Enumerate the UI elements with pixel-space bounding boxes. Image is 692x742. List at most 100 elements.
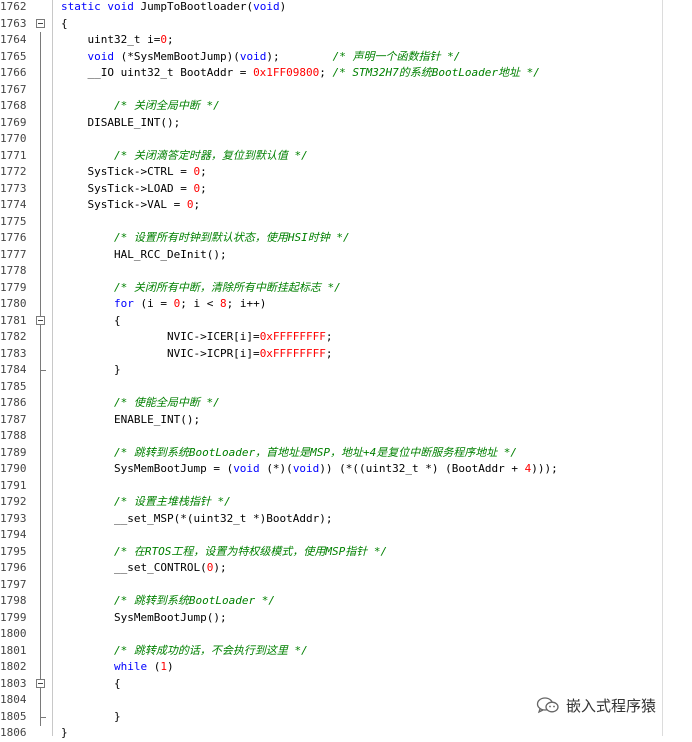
code-line[interactable]: 1774 SysTick->VAL = 0; [0, 197, 692, 214]
line-number: 1764 [0, 33, 27, 46]
code-text: /* 关闭全局中断 */ [61, 98, 220, 115]
code-token: ; [193, 198, 201, 211]
code-text: SysTick->LOAD = 0; [61, 181, 207, 198]
code-line[interactable]: 1788 [0, 428, 692, 445]
code-line[interactable]: 1775 [0, 213, 692, 230]
fold-guide [36, 692, 46, 709]
code-line[interactable]: 1776 /* 设置所有时钟到默认状态，使用HSI时钟 */ [0, 230, 692, 247]
line-number: 1773 [0, 181, 27, 195]
code-line[interactable]: 1795 /* 在RTOS工程，设置为特权级模式，使用MSP指针 */ [0, 543, 692, 561]
fold-guide [36, 428, 46, 445]
code-line[interactable]: 1806} [0, 725, 692, 742]
code-line[interactable]: 1763 { [0, 16, 692, 33]
code-token: SysTick->CTRL = [61, 165, 194, 178]
fold-guide [36, 296, 46, 313]
line-number: 1794 [0, 528, 27, 541]
code-line[interactable]: 1787 ENABLE_INT(); [0, 411, 692, 428]
code-comment: /* STM32H7的系统BootLoader地址 */ [332, 66, 540, 79]
fold-guide [36, 164, 46, 181]
code-line[interactable]: 1773 SysTick->LOAD = 0; [0, 180, 692, 198]
code-number: 0x1FF09800 [253, 66, 320, 79]
line-number: 1785 [0, 379, 27, 393]
fold-collapse-icon[interactable] [36, 675, 46, 692]
code-number: 8 [219, 297, 227, 310]
line-number: 1793 [0, 511, 27, 525]
line-number: 1766 [0, 66, 27, 79]
code-token: NVIC->ICPR[i]= [61, 346, 260, 360]
code-line[interactable]: 1793 __set_MSP(*(uint32_t *)BootAddr); [0, 510, 692, 527]
line-number: 1791 [0, 478, 27, 492]
code-token: SysMemBootJump = ( [61, 462, 234, 475]
code-line[interactable]: 1801 /* 跳转成功的话，不会执行到这里 */ [0, 642, 692, 659]
code-line[interactable]: 1764 uint32_t i=0; [0, 32, 692, 49]
code-line[interactable]: 1789 /* 跳转到系统BootLoader，首地址是MSP，地址+4是复位中… [0, 444, 692, 461]
code-token: { [61, 676, 121, 690]
code-token: ); [213, 561, 227, 574]
watermark: 嵌入式程序猿 [536, 690, 656, 720]
code-line[interactable]: 1778 [0, 263, 692, 280]
line-number: 1805 [0, 709, 27, 723]
code-line[interactable]: 1794 [0, 527, 692, 544]
code-line[interactable]: 1766 __IO uint32_t BootAddr = 0x1FF09800… [0, 65, 692, 82]
code-keyword: static [61, 0, 108, 13]
code-line[interactable]: 1777 HAL_RCC_DeInit(); [0, 246, 692, 263]
fold-guide [36, 147, 46, 164]
line-number: 1792 [0, 495, 27, 508]
code-line[interactable]: 1784 } [0, 362, 692, 379]
code-line[interactable]: 1802 while (1) [0, 659, 692, 676]
fold-guide [36, 114, 46, 131]
code-line[interactable]: 1783 NVIC->ICPR[i]=0xFFFFFFFF; [0, 345, 692, 362]
code-line[interactable]: 1797 [0, 576, 692, 593]
code-keyword: void [233, 462, 267, 475]
code-text: for (i = 0; i < 8; i++) [61, 296, 266, 313]
code-line[interactable]: 1770 [0, 131, 692, 148]
code-text: /* 设置所有时钟到默认状态，使用HSI时钟 */ [61, 230, 350, 247]
code-line[interactable]: 1796 __set_CONTROL(0); [0, 560, 692, 577]
code-editor[interactable]: 1762 static void JumpToBootloader(void) 17… [0, 0, 692, 739]
code-comment: /* 关闭全局中断 */ [113, 99, 220, 112]
fold-collapse-icon[interactable] [36, 16, 46, 33]
code-line[interactable]: 1786 /* 使能全局中断 */ [0, 395, 692, 412]
code-line[interactable]: 1791 [0, 477, 692, 494]
code-line[interactable]: 1762 static void JumpToBootloader(void) [0, 0, 692, 16]
code-comment: /* 跳转成功的话，不会执行到这里 */ [113, 643, 308, 657]
fold-guide [36, 329, 46, 346]
code-line[interactable]: 1790 SysMemBootJump = (void (*)(void)) (… [0, 461, 692, 478]
fold-guide [36, 81, 46, 98]
code-line[interactable]: 1799 SysMemBootJump(); [0, 609, 692, 626]
code-line[interactable]: 1779 /* 关闭所有中断，清除所有中断挂起标志 */ [0, 279, 692, 296]
code-line[interactable]: 1785 [0, 378, 692, 395]
fold-end-marker [36, 708, 46, 726]
wechat-icon [536, 697, 559, 714]
line-number: 1763 [0, 16, 27, 30]
line-number: 1784 [0, 363, 27, 376]
code-line[interactable]: 1780 for (i = 0; i < 8; i++) [0, 296, 692, 313]
code-line[interactable]: 1765 void (*SysMemBootJump)(void); /* 声明… [0, 48, 692, 65]
fold-guide [36, 48, 46, 65]
code-token: )) (*((uint32_t *) (BootAddr + [319, 462, 525, 475]
line-number: 1783 [0, 346, 27, 360]
code-line[interactable]: 1782 NVIC->ICER[i]=0xFFFFFFFF; [0, 329, 692, 346]
code-line[interactable]: 1772 SysTick->CTRL = 0; [0, 164, 692, 181]
code-token: __set_CONTROL( [61, 561, 207, 574]
fold-collapse-icon[interactable] [36, 312, 46, 329]
code-line[interactable]: 1798 /* 跳转到系统BootLoader */ [0, 593, 692, 610]
fold-guide [36, 510, 46, 527]
line-number: 1765 [0, 49, 27, 63]
code-comment: /* 使能全局中断 */ [113, 396, 220, 409]
line-number: 1786 [0, 396, 27, 409]
code-token: ; [200, 181, 207, 195]
fold-guide [36, 642, 46, 659]
code-line[interactable]: 1800 [0, 626, 692, 643]
code-text: /* 在RTOS工程，设置为特权级模式，使用MSP指针 */ [61, 544, 387, 561]
code-line[interactable]: 1769 DISABLE_INT(); [0, 114, 692, 131]
code-keyword: void [87, 49, 121, 63]
code-line[interactable]: 1771 /* 关闭滴答定时器，复位到默认值 */ [0, 147, 692, 164]
code-line[interactable]: 1768 /* 关闭全局中断 */ [0, 98, 692, 115]
code-line[interactable]: 1792 /* 设置主堆栈指针 */ [0, 494, 692, 511]
fold-none [36, 0, 46, 16]
code-line[interactable]: 1781 { [0, 312, 692, 329]
code-line[interactable]: 1767 [0, 81, 692, 98]
